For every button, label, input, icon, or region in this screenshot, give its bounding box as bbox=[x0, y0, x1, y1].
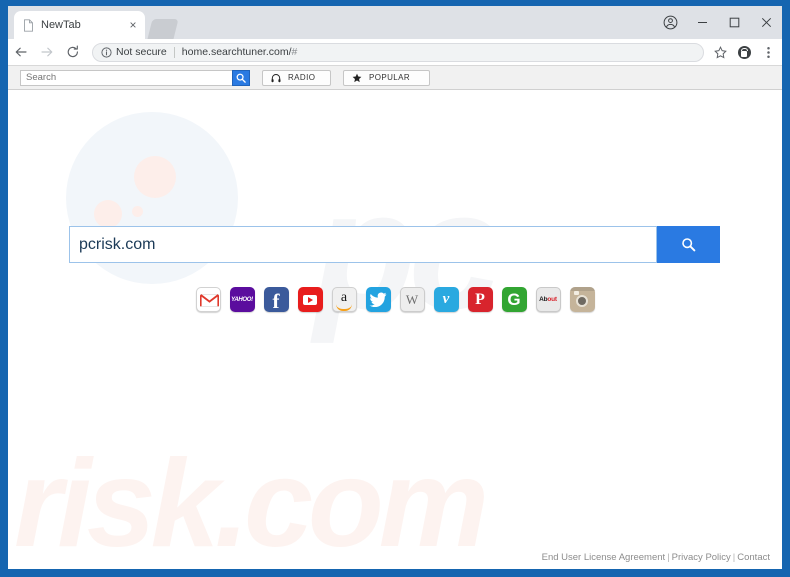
footer-separator-1: | bbox=[667, 552, 670, 563]
close-button[interactable] bbox=[750, 6, 782, 39]
address-bar[interactable]: Not secure home.searchtuner.com/# bbox=[92, 42, 704, 62]
eula-link[interactable]: End User License Agreement bbox=[542, 552, 666, 563]
toolbar-pill-popular-label: POPULAR bbox=[369, 73, 411, 82]
vimeo-icon: v bbox=[442, 291, 450, 307]
minimize-button[interactable] bbox=[686, 6, 718, 39]
browser-window: NewTab × Not secure home.searchtuner.com… bbox=[8, 6, 782, 569]
star-icon bbox=[352, 73, 362, 83]
main-search-button[interactable] bbox=[657, 226, 720, 263]
shortcut-icons-row: YAHOO! f a W v P G About bbox=[8, 287, 782, 312]
privacy-policy-link[interactable]: Privacy Policy bbox=[672, 552, 731, 563]
yahoo-icon: YAHOO! bbox=[231, 296, 253, 303]
tab-strip: NewTab × bbox=[8, 6, 782, 39]
star-icon[interactable] bbox=[708, 39, 732, 65]
main-search-input[interactable] bbox=[69, 226, 657, 263]
main-search-bar bbox=[69, 226, 720, 263]
toolbar-search-input[interactable] bbox=[20, 69, 232, 86]
amazon-icon: a bbox=[340, 290, 348, 305]
footer-links: End User License Agreement | Privacy Polic… bbox=[542, 552, 770, 563]
amazon-smile-icon bbox=[336, 304, 352, 311]
search-icon bbox=[236, 73, 246, 83]
three-dot-menu-icon[interactable] bbox=[756, 39, 780, 65]
browser-tab-newtab[interactable]: NewTab × bbox=[14, 11, 145, 39]
tab-close-icon[interactable]: × bbox=[126, 18, 140, 32]
wikipedia-icon: W bbox=[405, 291, 419, 307]
extension-icon[interactable] bbox=[732, 39, 756, 65]
toolbar-pill-radio-label: RADIO bbox=[288, 73, 316, 82]
twitter-bird-icon bbox=[369, 292, 387, 307]
youtube-icon bbox=[303, 294, 317, 305]
shortcut-about[interactable]: About bbox=[535, 287, 561, 312]
page-content: pc risk.com bbox=[8, 90, 782, 569]
window-controls bbox=[654, 6, 782, 39]
url-host: home.searchtuner.com/ bbox=[181, 46, 292, 58]
groupon-icon: G bbox=[507, 289, 521, 309]
search-icon bbox=[682, 238, 696, 252]
extension-toolbar: RADIO POPULAR bbox=[8, 66, 782, 90]
navigation-bar: Not secure home.searchtuner.com/# bbox=[8, 39, 782, 66]
url-fragment: # bbox=[291, 46, 298, 58]
tab-title: NewTab bbox=[41, 19, 81, 31]
shortcut-pinterest[interactable]: P bbox=[467, 287, 493, 312]
shortcut-gmail[interactable] bbox=[195, 287, 221, 312]
shortcut-vimeo[interactable]: v bbox=[433, 287, 459, 312]
toolbar-pill-radio[interactable]: RADIO bbox=[262, 69, 331, 86]
omnibox-actions bbox=[708, 39, 782, 65]
not-secure-info-icon[interactable] bbox=[101, 46, 112, 58]
shortcut-wikipedia[interactable]: W bbox=[399, 287, 425, 312]
shortcut-amazon[interactable]: a bbox=[331, 287, 357, 312]
page-favicon-icon bbox=[22, 18, 35, 32]
maximize-button[interactable] bbox=[718, 6, 750, 39]
headphones-icon bbox=[271, 73, 281, 83]
url-text: home.searchtuner.com/# bbox=[182, 46, 695, 58]
new-tab-button[interactable] bbox=[147, 19, 179, 39]
forward-arrow-icon bbox=[34, 39, 60, 65]
profile-avatar-icon[interactable] bbox=[654, 6, 686, 39]
back-arrow-icon[interactable] bbox=[8, 39, 34, 65]
toolbar-search-group bbox=[20, 69, 250, 86]
contact-link[interactable]: Contact bbox=[737, 552, 770, 563]
shortcut-instagram[interactable] bbox=[569, 287, 595, 312]
toolbar-search-button[interactable] bbox=[232, 69, 250, 86]
watermark-risk: risk.com bbox=[14, 435, 489, 569]
about-icon: About bbox=[539, 296, 557, 303]
facebook-icon: f bbox=[272, 288, 280, 313]
security-status-label: Not secure bbox=[116, 46, 167, 58]
shortcut-groupon[interactable]: G bbox=[501, 287, 527, 312]
footer-separator-2: | bbox=[732, 552, 736, 563]
reload-icon[interactable] bbox=[60, 39, 86, 65]
omnibox-divider bbox=[173, 46, 175, 58]
pinterest-icon: P bbox=[475, 290, 485, 308]
toolbar-pill-popular[interactable]: POPULAR bbox=[343, 69, 430, 86]
shortcut-youtube[interactable] bbox=[297, 287, 323, 312]
shortcut-facebook[interactable]: f bbox=[263, 287, 289, 313]
gmail-icon bbox=[199, 294, 219, 307]
browser-window-frame: NewTab × Not secure home.searchtuner.com… bbox=[0, 0, 790, 577]
shortcut-yahoo[interactable]: YAHOO! bbox=[229, 287, 255, 312]
shortcut-twitter[interactable] bbox=[365, 287, 391, 312]
